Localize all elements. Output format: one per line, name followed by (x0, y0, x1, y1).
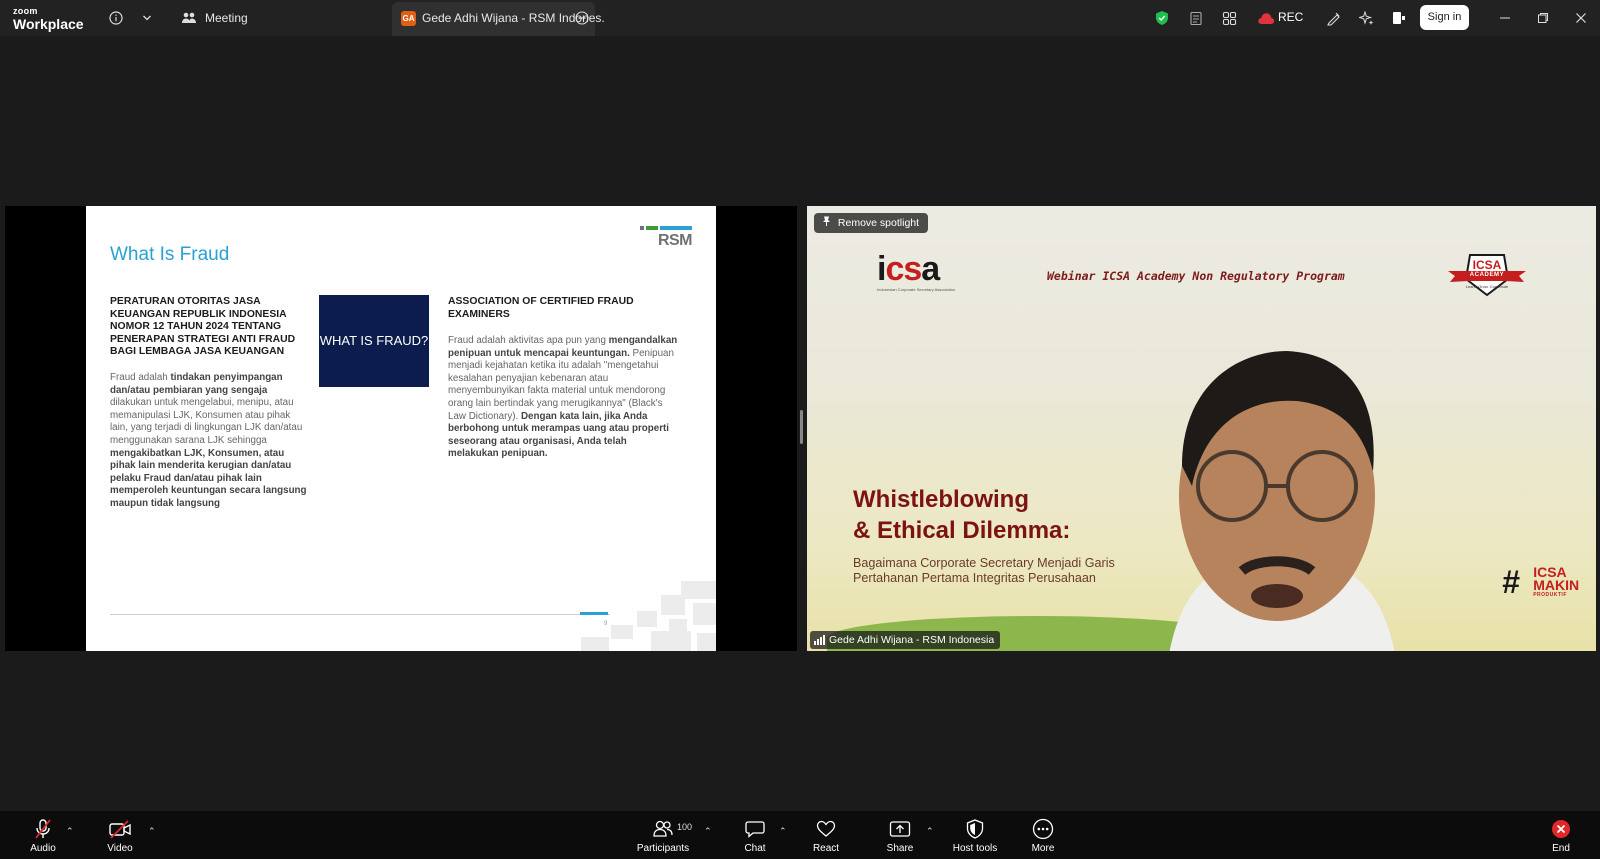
right-column-body: Fraud adalah aktivitas apa pun yang meng… (448, 335, 678, 460)
encryption-shield-icon[interactable] (1152, 8, 1172, 28)
sign-in-button[interactable]: Sign in (1420, 5, 1469, 30)
minimize-icon[interactable] (1495, 8, 1515, 28)
share-options-caret[interactable]: ⌃ (926, 826, 934, 837)
chevron-down-icon[interactable] (137, 8, 157, 28)
webinar-headline: Whistleblowing & Ethical Dilemma: (853, 486, 1071, 544)
ai-companion-icon[interactable] (1356, 8, 1376, 28)
annotate-icon[interactable] (1323, 8, 1343, 28)
right-column-heading: ASSOCIATION OF CERTIFIED FRAUD EXAMINERS (448, 296, 634, 320)
webinar-banner-text: Webinar ICSA Academy Non Regulatory Prog… (1047, 269, 1345, 283)
tile-resize-handle[interactable] (800, 410, 803, 444)
participant-avatar-badge: GA (401, 11, 416, 26)
meeting-icon[interactable] (179, 8, 199, 28)
restore-icon[interactable] (1533, 8, 1553, 28)
more-options-icon[interactable] (572, 8, 592, 28)
view-icon[interactable] (1219, 8, 1239, 28)
icsa-academy-badge: ICSA ACADEMY Learn. Grow. Contribute (1446, 251, 1528, 303)
speaker-video (1169, 351, 1395, 651)
zoom-workplace-logo: zoom Workplace (13, 6, 84, 32)
icsa-logo: icsa Indonesian Corporate Secretary Asso… (877, 250, 956, 292)
slide-title: What Is Fraud (110, 244, 230, 265)
host-tools-button[interactable]: Host tools (940, 818, 1010, 854)
video-options-caret[interactable]: ⌃ (148, 826, 156, 837)
speaker-video-tile[interactable]: icsa Indonesian Corporate Secretary Asso… (807, 206, 1596, 651)
participants-options-caret[interactable]: ⌃ (704, 826, 712, 837)
meeting-tab-label[interactable]: Meeting (205, 11, 248, 25)
more-button[interactable]: More (1008, 818, 1078, 854)
participants-count: 100 (677, 822, 693, 832)
share-screen-icon (865, 818, 935, 840)
recording-label[interactable]: REC (1278, 10, 1303, 24)
notes-icon[interactable] (1186, 8, 1206, 28)
close-icon[interactable] (1571, 8, 1591, 28)
end-close-icon (1526, 818, 1596, 840)
participant-name-tag: Gede Adhi Wijana - RSM Indonesia (810, 631, 1001, 649)
remove-spotlight-button[interactable]: Remove spotlight (814, 213, 929, 233)
title-bar: zoom Workplace Meeting GA Gede Adhi Wija… (0, 0, 1600, 36)
react-button[interactable]: React (791, 818, 861, 854)
rsm-logo: RSM (636, 226, 693, 250)
apps-icon[interactable] (1389, 8, 1409, 28)
chat-options-caret[interactable]: ⌃ (779, 826, 787, 837)
cloud-recording-icon[interactable] (1256, 8, 1276, 28)
video-button[interactable]: Video (85, 818, 155, 854)
webinar-subheadline: Bagaimana Corporate Secretary Menjadi Ga… (853, 556, 1115, 585)
signal-bars-icon (814, 635, 825, 645)
left-column-heading: PERATURAN OTORITAS JASA KEUANGAN REPUBLI… (110, 296, 296, 357)
what-is-fraud-box: WHAT IS FRAUD? (319, 295, 429, 387)
heart-icon (791, 818, 861, 840)
video-off-icon (85, 818, 155, 840)
hashtag-logo: # ICSA MAKIN PRODUKTIF (1502, 564, 1580, 600)
audio-options-caret[interactable]: ⌃ (66, 826, 74, 837)
host-shield-icon (940, 818, 1010, 840)
share-button[interactable]: Share (865, 818, 935, 854)
slide-pixel-decoration (581, 581, 716, 651)
left-column-body: Fraud adalah tindakan penyimpangan dan/a… (110, 372, 307, 509)
pin-icon (822, 216, 834, 229)
presentation-slide: What Is Fraud RSM PERATURAN OTORITAS JAS… (86, 206, 716, 651)
end-meeting-button[interactable]: End (1526, 818, 1596, 854)
more-dots-icon (1008, 818, 1078, 840)
info-icon[interactable] (106, 8, 126, 28)
slide-footer-line (110, 614, 610, 615)
